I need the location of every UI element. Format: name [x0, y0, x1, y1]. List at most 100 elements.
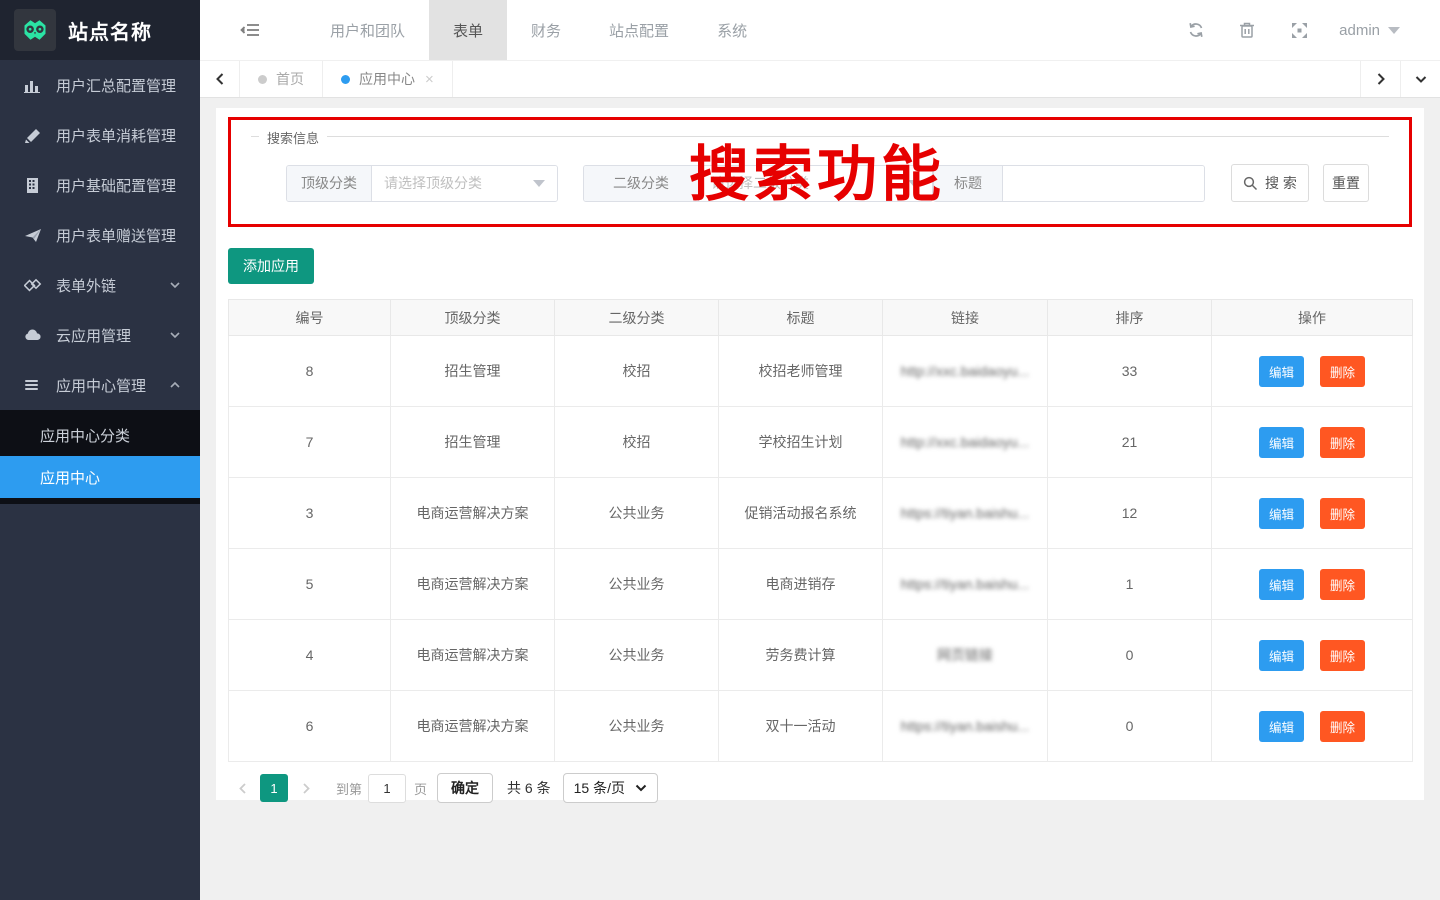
sidebar-item-label: 云应用管理 — [56, 325, 168, 346]
second-category-select[interactable]: 请选择二级分类 — [699, 166, 932, 201]
cell-second-category: 校招 — [555, 407, 719, 478]
goto-page-input[interactable] — [368, 774, 406, 803]
topnav-forms[interactable]: 表单 — [429, 0, 507, 60]
sidebar-item-user-base-config[interactable]: 用户基础配置管理 — [0, 160, 200, 210]
cell-link: http://xxc.baidaoyu... — [883, 336, 1048, 407]
sidebar-item-form-external-link[interactable]: 表单外链 — [0, 260, 200, 310]
sidebar-item-app-center-mgmt[interactable]: 应用中心管理 — [0, 360, 200, 410]
select-placeholder: 请选择二级分类 — [711, 173, 809, 193]
fullscreen-icon[interactable] — [1291, 21, 1309, 39]
second-category-group: 二级分类 请选择二级分类 — [583, 165, 933, 202]
edit-button[interactable]: 编辑 — [1259, 640, 1304, 671]
confirm-page-button[interactable]: 确定 — [437, 773, 493, 803]
site-title: 站点名称 — [68, 16, 152, 45]
delete-button[interactable]: 删除 — [1320, 640, 1365, 671]
topnav-users-teams[interactable]: 用户和团队 — [306, 0, 429, 60]
col-actions: 操作 — [1212, 300, 1413, 336]
delete-button[interactable]: 删除 — [1320, 356, 1365, 387]
tabs-scroll-left-icon[interactable] — [200, 61, 240, 97]
title-search-group: 标题 — [933, 165, 1205, 202]
cell-id: 7 — [229, 407, 391, 478]
edit-button[interactable]: 编辑 — [1259, 498, 1304, 529]
sidebar-item-label: 用户基础配置管理 — [56, 175, 182, 196]
cell-top-category: 电商运营解决方案 — [391, 691, 555, 762]
chevron-down-icon — [533, 180, 545, 187]
sidebar-item-user-summary-config[interactable]: 用户汇总配置管理 — [0, 60, 200, 110]
prev-page-icon[interactable] — [228, 782, 256, 795]
tab-label: 应用中心 — [359, 69, 415, 89]
next-page-icon[interactable] — [292, 782, 320, 795]
cell-top-category: 招生管理 — [391, 407, 555, 478]
edit-button[interactable]: 编辑 — [1259, 569, 1304, 600]
cell-second-category: 公共业务 — [555, 549, 719, 620]
sidebar-item-label: 用户汇总配置管理 — [56, 75, 182, 96]
tab-app-center[interactable]: 应用中心 × — [323, 61, 453, 97]
delete-button[interactable]: 删除 — [1320, 498, 1365, 529]
delete-button[interactable]: 删除 — [1320, 711, 1365, 742]
sidebar-item-label: 表单外链 — [56, 275, 168, 296]
edit-button[interactable]: 编辑 — [1259, 711, 1304, 742]
trash-icon[interactable] — [1239, 21, 1257, 39]
apps-table: 编号 顶级分类 二级分类 标题 链接 排序 操作 8 招生管理 校招 校招老师管… — [228, 299, 1413, 762]
cell-title: 劳务费计算 — [719, 620, 883, 691]
topnav-system[interactable]: 系统 — [693, 0, 771, 60]
sidebar-item-form-gift[interactable]: 用户表单赠送管理 — [0, 210, 200, 260]
cell-link: https://tiyan.baishu... — [883, 478, 1048, 549]
goto-page-label: 到第 — [336, 779, 362, 798]
cell-id: 8 — [229, 336, 391, 407]
search-controls: 顶级分类 请选择顶级分类 二级分类 请选择二级分类 标题 — [286, 164, 1389, 202]
topnav-finance[interactable]: 财务 — [507, 0, 585, 60]
building-icon — [24, 176, 44, 194]
tab-label: 首页 — [276, 69, 304, 89]
cell-actions: 编辑 删除 — [1212, 478, 1413, 549]
tab-home[interactable]: 首页 — [240, 61, 323, 97]
cell-sort: 21 — [1048, 407, 1212, 478]
delete-button[interactable]: 删除 — [1320, 569, 1365, 600]
reset-button[interactable]: 重置 — [1323, 164, 1369, 202]
table-row: 5 电商运营解决方案 公共业务 电商进销存 https://tiyan.bais… — [229, 549, 1413, 620]
delete-button[interactable]: 删除 — [1320, 427, 1365, 458]
cell-actions: 编辑 删除 — [1212, 407, 1413, 478]
list-icon — [24, 376, 44, 394]
bar-chart-icon — [24, 76, 44, 94]
page-size-select[interactable]: 15 条/页 — [563, 773, 658, 803]
add-app-button[interactable]: 添加应用 — [228, 248, 314, 284]
tabbar-spacer — [453, 61, 1360, 97]
cell-link: http://xxc.baidaoyu... — [883, 407, 1048, 478]
search-fieldset-border: 搜索信息 — [251, 136, 1389, 137]
topnav-site-config[interactable]: 站点配置 — [585, 0, 693, 60]
link-icon — [24, 276, 44, 294]
cell-id: 6 — [229, 691, 391, 762]
search-legend: 搜索信息 — [259, 128, 327, 147]
chevron-down-icon — [168, 328, 182, 342]
close-icon[interactable]: × — [425, 71, 434, 88]
cell-second-category: 校招 — [555, 336, 719, 407]
col-top-category: 顶级分类 — [391, 300, 555, 336]
col-title: 标题 — [719, 300, 883, 336]
edit-button[interactable]: 编辑 — [1259, 427, 1304, 458]
second-category-label: 二级分类 — [584, 166, 699, 201]
sidebar-item-cloud-app[interactable]: 云应用管理 — [0, 310, 200, 360]
page-number-current[interactable]: 1 — [260, 774, 288, 802]
reset-button-label: 重置 — [1332, 173, 1360, 193]
sidebar-subitem-app-center[interactable]: 应用中心 — [0, 456, 200, 498]
sidebar-item-form-consume[interactable]: 用户表单消耗管理 — [0, 110, 200, 160]
page-tabbar: 首页 应用中心 × — [200, 60, 1440, 98]
edit-button[interactable]: 编辑 — [1259, 356, 1304, 387]
sidebar-subitem-app-center-category[interactable]: 应用中心分类 — [0, 414, 200, 456]
cell-title: 学校招生计划 — [719, 407, 883, 478]
search-button[interactable]: 搜 索 — [1231, 164, 1309, 202]
col-second-category: 二级分类 — [555, 300, 719, 336]
cell-link: https://tiyan.baishu... — [883, 549, 1048, 620]
cell-second-category: 公共业务 — [555, 620, 719, 691]
refresh-icon[interactable] — [1187, 21, 1205, 39]
sidebar: 站点名称 用户汇总配置管理 用户表单消耗管理 — [0, 0, 200, 900]
tabs-scroll-right-icon[interactable] — [1360, 61, 1400, 97]
user-menu[interactable]: admin — [1339, 22, 1400, 39]
title-search-input[interactable] — [1003, 166, 1204, 201]
tabs-menu-chevron-down-icon[interactable] — [1400, 61, 1440, 97]
collapse-sidebar-icon[interactable] — [200, 21, 280, 39]
header-actions: admin — [1153, 21, 1400, 39]
cell-top-category: 电商运营解决方案 — [391, 620, 555, 691]
top-category-select[interactable]: 请选择顶级分类 — [372, 166, 557, 201]
